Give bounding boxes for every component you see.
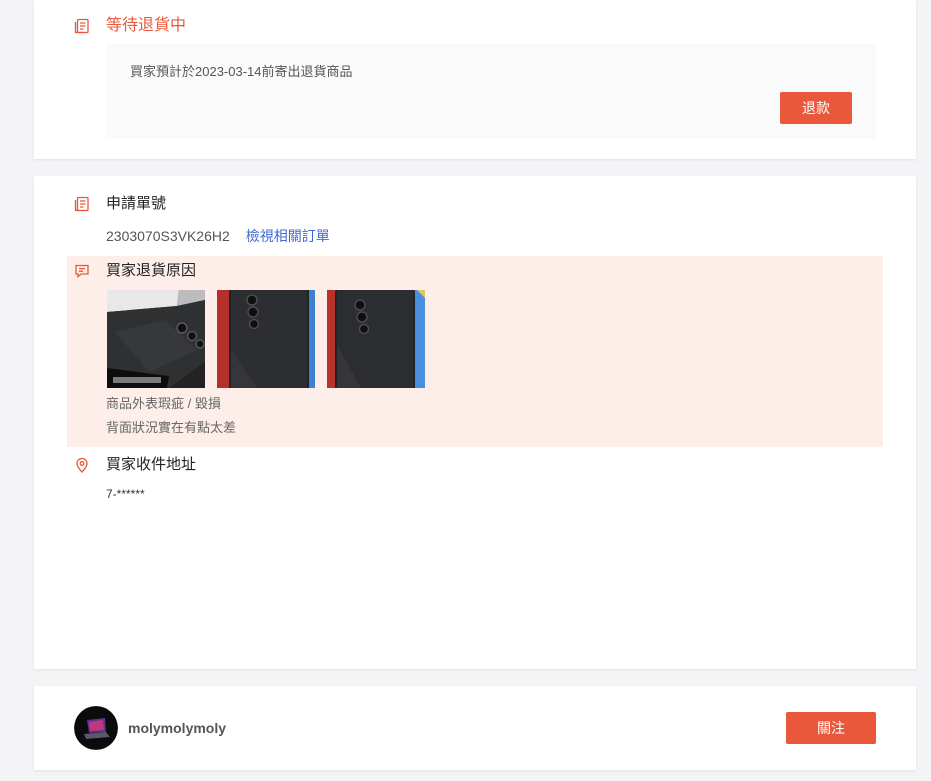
username[interactable]: molymolymoly xyxy=(128,719,226,737)
return-status-panel: 買家預計於2023-03-14前寄出退貨商品 退款 xyxy=(106,44,876,139)
return-deadline-message: 買家預計於2023-03-14前寄出退貨商品 xyxy=(130,64,353,79)
return-photos xyxy=(107,290,425,388)
phone-body xyxy=(229,290,309,388)
avatar[interactable] xyxy=(74,706,118,750)
return-reason-comment: 背面狀況實在有點太差 xyxy=(106,420,237,435)
request-number-heading: 申請單號 xyxy=(106,195,167,212)
return-photo[interactable] xyxy=(107,290,205,388)
return-status-title: 等待退貨中 xyxy=(106,17,187,34)
return-reason-text: 商品外表瑕疵 / 毀損 xyxy=(106,396,221,411)
return-request-card: 申請單號 2303070S3VK26H2 檢視相關訂單 買家退貨原因 商品外表瑕… xyxy=(34,176,916,669)
chat-bubble-icon xyxy=(74,263,90,279)
view-related-orders-link[interactable]: 檢視相關訂單 xyxy=(246,228,330,244)
refund-button[interactable]: 退款 xyxy=(780,92,852,124)
document-list-icon xyxy=(74,196,90,212)
avatar-image xyxy=(74,706,118,750)
return-photo[interactable] xyxy=(327,290,425,388)
user-card: molymolymoly 關注 xyxy=(34,686,916,770)
return-reason-heading: 買家退貨原因 xyxy=(106,262,197,279)
request-number-row: 2303070S3VK26H2 檢視相關訂單 xyxy=(106,227,330,245)
phone-body xyxy=(335,290,415,388)
return-reason-section: 買家退貨原因 商品外表瑕疵 / 毀損 背面狀況實在有點太差 xyxy=(67,256,883,447)
shipping-address: 7-****** xyxy=(106,487,145,501)
location-pin-icon xyxy=(74,457,90,473)
document-list-icon xyxy=(74,18,90,34)
shipping-address-heading: 買家收件地址 xyxy=(106,456,197,473)
return-status-card: 等待退貨中 買家預計於2023-03-14前寄出退貨商品 退款 xyxy=(34,0,916,159)
return-photo[interactable] xyxy=(217,290,315,388)
request-number: 2303070S3VK26H2 xyxy=(106,228,230,244)
follow-button[interactable]: 關注 xyxy=(786,712,876,744)
